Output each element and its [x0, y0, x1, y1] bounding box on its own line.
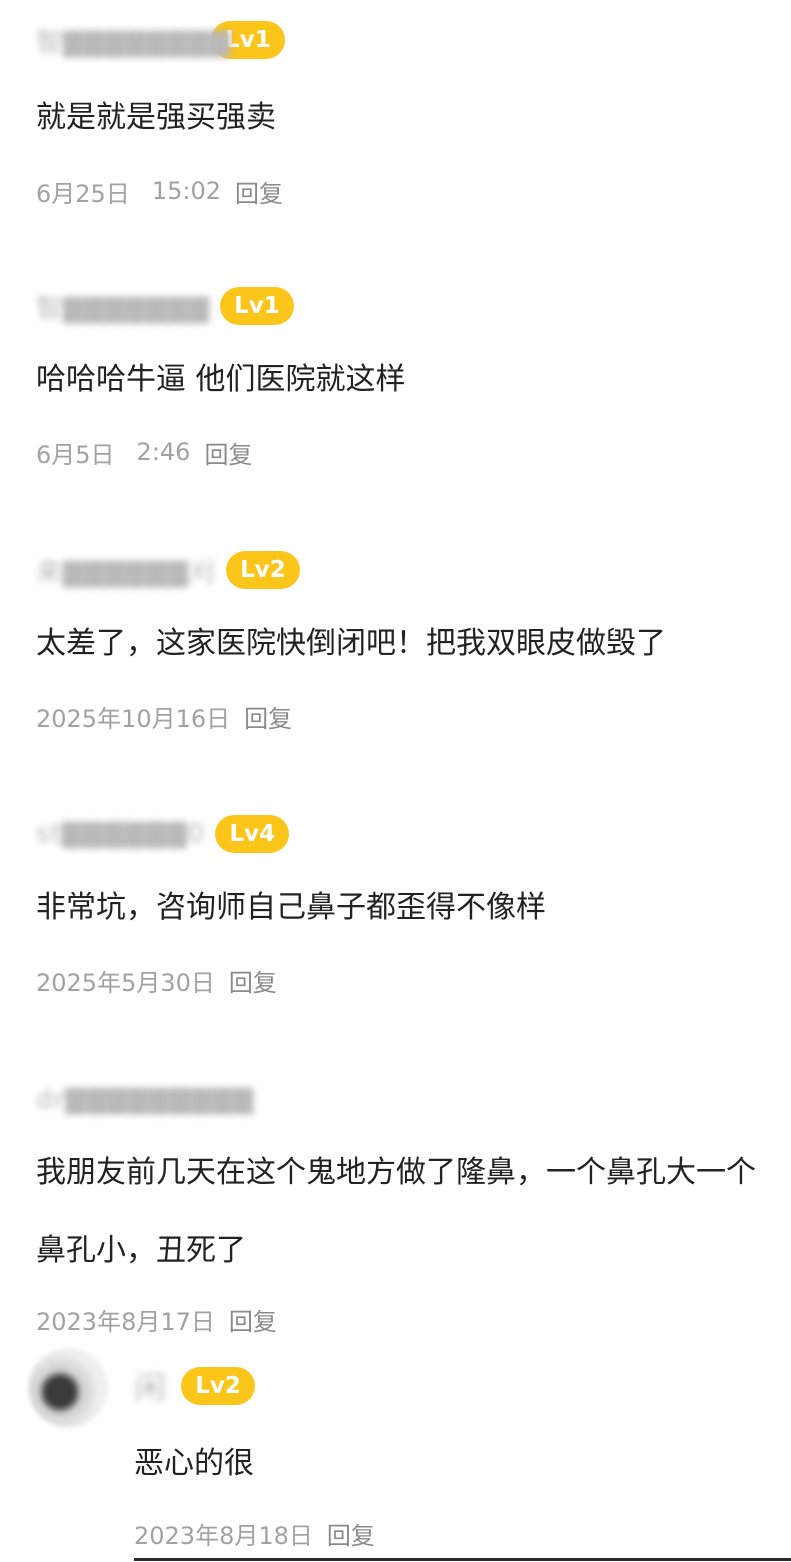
- comment-text: 哈哈哈牛逼 他们医院就这样: [36, 362, 406, 397]
- comment-date: 2025年10月16日: [36, 704, 231, 733]
- comment-item: dr▇▇▇▇▇▇▇▇▇ 我朋友前几天在这个鬼地方做了隆鼻，一个鼻孔大一个鼻孔小，…: [36, 1080, 791, 1336]
- reply-button[interactable]: 回复: [229, 963, 277, 998]
- avatar[interactable]: [28, 1348, 108, 1428]
- comment-date: 6月25日: [36, 179, 130, 208]
- reply-button[interactable]: 回复: [229, 1302, 277, 1337]
- divider: [134, 1558, 791, 1561]
- comment-date: 2025年5月30日: [36, 968, 215, 997]
- comment-meta: 2025年10月16日 回复: [36, 699, 791, 733]
- comment-text: 非常坑，咨询师自己鼻子都歪得不像样: [36, 890, 546, 925]
- username[interactable]: 智▇▇▇▇▇▇▇: [36, 288, 210, 325]
- comment-text: 太差了，这家医院快倒闭吧！把我双眼皮做毁了: [36, 626, 666, 661]
- comment-item: 智▇▇▇▇▇▇▇▇ Lv1 就是就是强买强卖 6月25日 15:02 回复: [36, 20, 791, 208]
- comment-header: 智▇▇▇▇▇▇▇▇ Lv1: [36, 20, 791, 60]
- level-badge: Lv4: [215, 815, 290, 853]
- comment-header: 闲 Lv2: [134, 1363, 375, 1409]
- comment-header: 智▇▇▇▇▇▇▇ Lv1: [36, 286, 791, 326]
- reply-item: 闲 Lv2 恶心的很 2023年8月18日 回复: [134, 1366, 375, 1550]
- level-badge: Lv2: [225, 551, 300, 589]
- comment-date: 6月5日: [36, 440, 115, 469]
- comment-header: dr▇▇▇▇▇▇▇▇▇: [36, 1080, 791, 1120]
- username[interactable]: 智▇▇▇▇▇▇▇▇: [36, 22, 231, 59]
- comment-meta: 6月5日 2:46 回复: [36, 435, 791, 469]
- comment-item: 智▇▇▇▇▇▇▇ Lv1 哈哈哈牛逼 他们医院就这样 6月5日 2:46 回复: [36, 286, 791, 469]
- comment-header: st▇▇▇▇▇▇0 Lv4: [36, 814, 791, 854]
- reply-button[interactable]: 回复: [235, 174, 283, 209]
- comment-item: 来▇▇▇▇▇▇刈 Lv2 太差了，这家医院快倒闭吧！把我双眼皮做毁了 2025年…: [36, 550, 791, 733]
- username[interactable]: 闲: [134, 1363, 167, 1409]
- comment-header: 来▇▇▇▇▇▇刈 Lv2: [36, 550, 791, 590]
- reply-button[interactable]: 回复: [204, 435, 252, 470]
- comment-meta: 2023年8月17日 回复: [36, 1302, 791, 1336]
- level-badge: Lv2: [181, 1367, 256, 1405]
- username[interactable]: dr▇▇▇▇▇▇▇▇▇: [36, 1085, 254, 1115]
- comment-text: 我朋友前几天在这个鬼地方做了隆鼻，一个鼻孔大一个鼻孔小，丑死了: [36, 1155, 756, 1268]
- comment-meta: 2025年5月30日 回复: [36, 963, 791, 997]
- comment-text: 恶心的很: [134, 1446, 254, 1481]
- comment-meta: 2023年8月18日 回复: [134, 1516, 375, 1550]
- comment-date: 2023年8月18日: [134, 1521, 313, 1550]
- comment-time: 2:46: [136, 438, 191, 466]
- comment-date: 2023年8月17日: [36, 1307, 215, 1336]
- username[interactable]: st▇▇▇▇▇▇0: [36, 819, 205, 849]
- comment-time: 15:02: [151, 177, 221, 205]
- reply-button[interactable]: 回复: [327, 1516, 375, 1551]
- username[interactable]: 来▇▇▇▇▇▇刈: [36, 552, 216, 589]
- level-badge: Lv1: [219, 287, 294, 325]
- reply-button[interactable]: 回复: [244, 699, 292, 734]
- comment-text: 就是就是强买强卖: [36, 100, 276, 135]
- comment-item: st▇▇▇▇▇▇0 Lv4 非常坑，咨询师自己鼻子都歪得不像样 2025年5月3…: [36, 814, 791, 997]
- comment-meta: 6月25日 15:02 回复: [36, 174, 791, 208]
- comment-list: 智▇▇▇▇▇▇▇▇ Lv1 就是就是强买强卖 6月25日 15:02 回复 智▇…: [0, 0, 791, 1562]
